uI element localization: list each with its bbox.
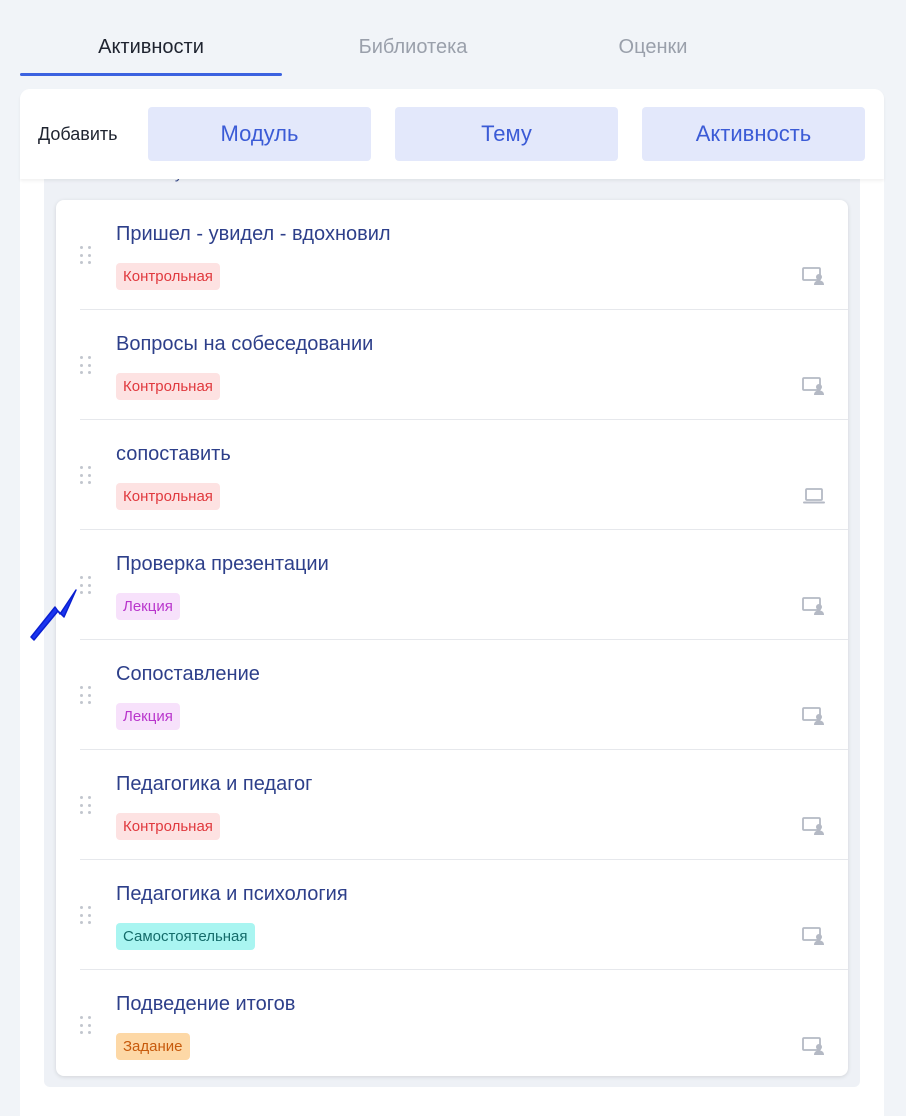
classroom-icon — [802, 816, 826, 836]
annotation-arrow-icon — [30, 589, 77, 641]
activity-title[interactable]: Педагогика и психология — [116, 883, 348, 906]
activity-row[interactable]: Вопросы на собеседовании Контрольная — [80, 310, 848, 420]
activity-title[interactable]: Проверка презентации — [116, 553, 329, 576]
activity-type-badge: Контрольная — [116, 483, 220, 510]
drag-handle-icon[interactable] — [80, 356, 92, 376]
drag-handle-icon[interactable] — [80, 246, 92, 266]
activity-type-badge: Задание — [116, 1033, 190, 1060]
activity-row[interactable]: Пришел - увидел - вдохновил Контрольная — [80, 200, 848, 310]
activity-row[interactable]: сопоставить Контрольная — [80, 420, 848, 530]
activity-row[interactable]: Проверка презентации Лекция — [80, 530, 848, 640]
add-toolbar: Добавить Модуль Тему Активность — [20, 89, 884, 179]
classroom-icon — [802, 376, 826, 396]
activity-type-badge: Контрольная — [116, 373, 220, 400]
laptop-icon — [802, 486, 826, 506]
drag-handle-icon[interactable] — [80, 1016, 92, 1036]
activity-title[interactable]: Педагогика и педагог — [116, 773, 312, 796]
classroom-icon — [802, 266, 826, 286]
activity-row[interactable]: Подведение итогов Задание — [80, 970, 848, 1080]
activity-row[interactable]: Сопоставление Лекция — [80, 640, 848, 750]
page-edge — [884, 876, 906, 1116]
activity-list: Пришел - увидел - вдохновил Контрольная Во… — [56, 200, 848, 1076]
activity-type-badge: Лекция — [116, 593, 180, 620]
activity-title[interactable]: сопоставить — [116, 443, 231, 466]
activity-type-badge: Контрольная — [116, 813, 220, 840]
drag-handle-icon[interactable] — [80, 686, 92, 706]
activity-title[interactable]: Подведение итогов — [116, 993, 295, 1016]
add-label: Добавить — [38, 124, 118, 144]
classroom-icon — [802, 1036, 826, 1056]
drag-handle-icon[interactable] — [80, 906, 92, 926]
activity-title[interactable]: Сопоставление — [116, 663, 260, 686]
add-activity-button[interactable]: Активность — [642, 107, 865, 161]
add-module-button[interactable]: Модуль — [148, 107, 371, 161]
drag-handle-icon[interactable] — [80, 796, 92, 816]
tab-activities[interactable]: Активности — [20, 36, 282, 59]
classroom-icon — [802, 706, 826, 726]
activity-row[interactable]: Педагогика и педагог Контрольная — [80, 750, 848, 860]
activity-type-badge: Самостоятельная — [116, 923, 255, 950]
classroom-icon — [802, 596, 826, 616]
drag-handle-icon[interactable] — [80, 466, 92, 486]
tab-library[interactable]: Библиотека — [282, 36, 544, 59]
activities-panel: Добавить Модуль Тему Активность Ту Прише… — [20, 89, 884, 1116]
activity-row[interactable]: Педагогика и психология Самостоятельная — [80, 860, 848, 970]
activity-title[interactable]: Пришел - увидел - вдохновил — [116, 223, 391, 246]
add-topic-button[interactable]: Тему — [395, 107, 618, 161]
activity-title[interactable]: Вопросы на собеседовании — [116, 333, 373, 356]
tab-bar: Активности Библиотека Оценки — [20, 0, 884, 78]
activity-type-badge: Лекция — [116, 703, 180, 730]
active-tab-indicator — [20, 73, 282, 76]
activity-type-badge: Контрольная — [116, 263, 220, 290]
tab-grades[interactable]: Оценки — [522, 36, 784, 59]
classroom-icon — [802, 926, 826, 946]
